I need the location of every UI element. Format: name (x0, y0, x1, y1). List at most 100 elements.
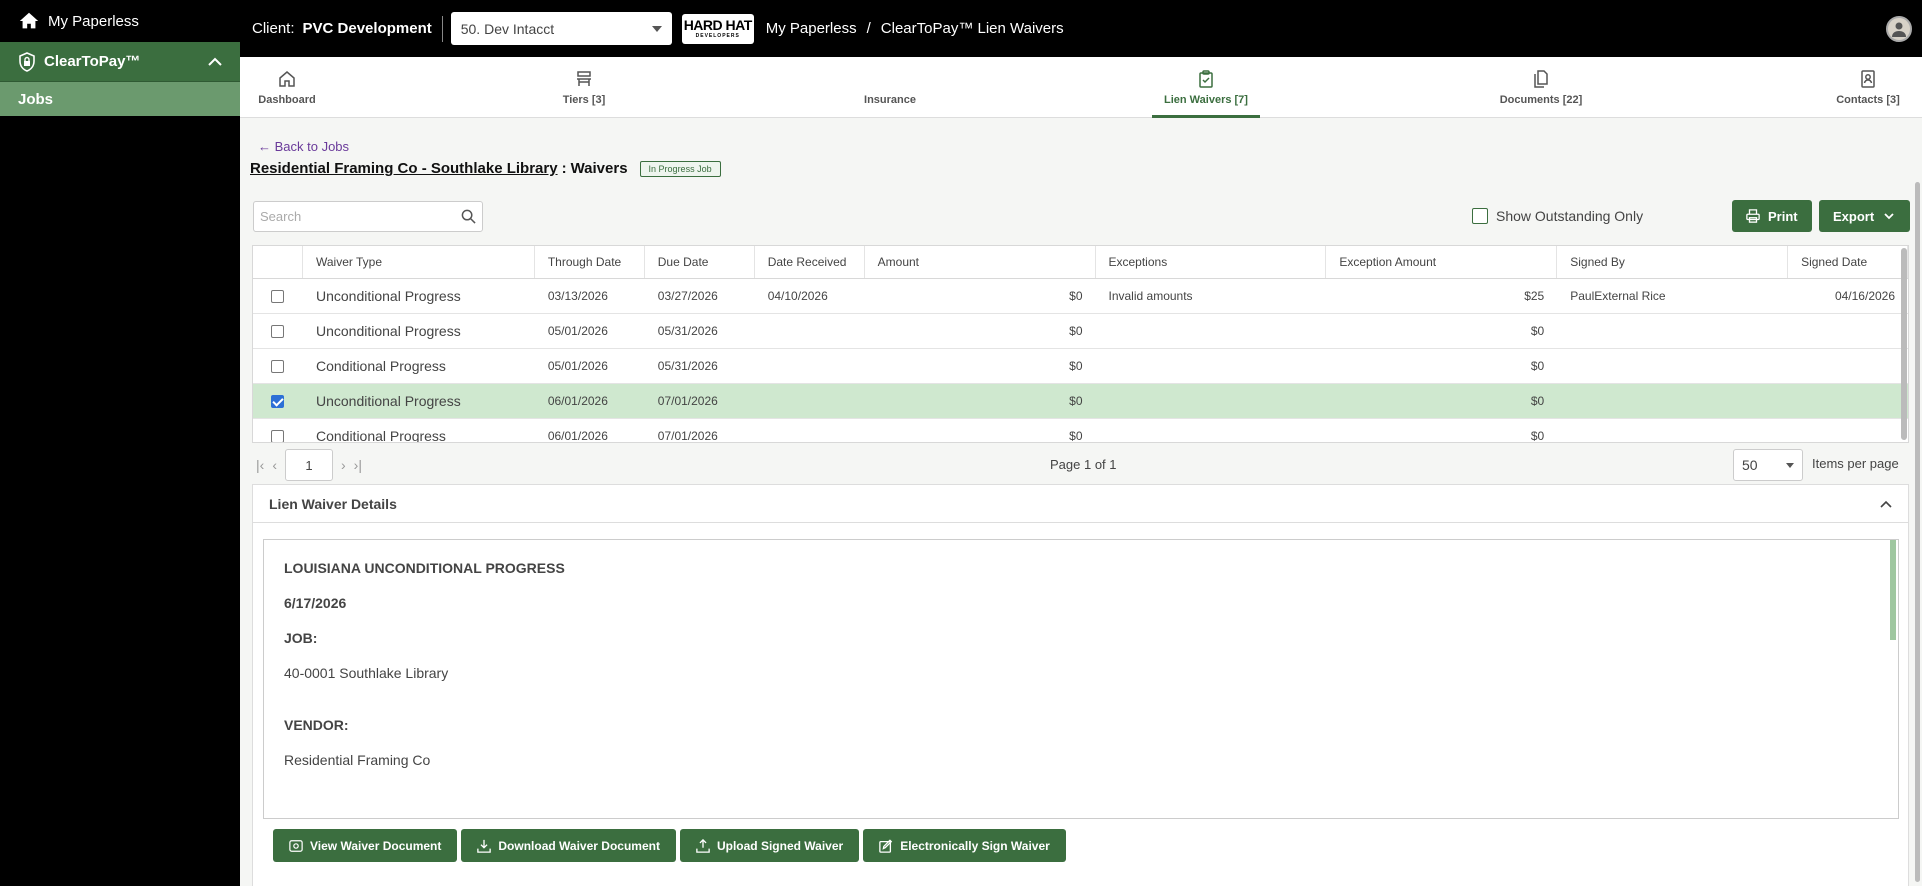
shield-lock-icon (19, 51, 35, 72)
view-waiver-document-button[interactable]: View Waiver Document (273, 829, 458, 862)
sidebar-app-cleartopay[interactable]: ClearToPay™ (0, 42, 240, 82)
page-scrollbar[interactable] (1915, 182, 1920, 882)
next-page-icon[interactable]: › (341, 457, 346, 473)
column-header[interactable]: Through Date (535, 246, 645, 278)
search-icon[interactable] (461, 209, 476, 224)
tab-label: Insurance (864, 93, 916, 106)
row-checkbox[interactable] (271, 394, 285, 408)
tab-label: Tiers [3] (562, 93, 606, 106)
breadcrumb-item[interactable]: ClearToPay™ Lien Waivers (881, 20, 1064, 37)
avatar[interactable] (1886, 15, 1912, 42)
caret-down-icon (1786, 462, 1794, 468)
search-input[interactable] (260, 209, 461, 224)
client-select[interactable]: 50. Dev Intacct (450, 12, 672, 45)
tab-tiers[interactable]: Tiers [3] (556, 57, 612, 118)
top-bar: Client: PVC Development 50. Dev Intacct … (240, 0, 1922, 57)
row-checkbox[interactable] (271, 289, 285, 303)
contacts-icon (1861, 69, 1875, 88)
tiers-icon (577, 70, 591, 86)
cell-exceptions (1096, 314, 1327, 348)
download-waiver-document-button[interactable]: Download Waiver Document (461, 829, 676, 862)
column-header[interactable]: Date Received (755, 246, 865, 278)
chevron-down-icon (1884, 213, 1894, 220)
clipboard-check-icon (1199, 69, 1213, 88)
tab-dashboard[interactable]: Dashboard (252, 57, 322, 118)
column-header[interactable]: Amount (865, 246, 1096, 278)
cell-exception-amount: $25 (1524, 289, 1545, 303)
sidebar-home-link[interactable]: My Paperless (0, 0, 240, 42)
chevron-up-icon[interactable] (1880, 500, 1892, 508)
tab-lien-waivers[interactable]: Lien Waivers [7] (1152, 57, 1260, 118)
cell-signed-by (1557, 419, 1788, 442)
company-logo: HARD HAT DEVELOPERS (681, 13, 754, 44)
tab-label: Dashboard (258, 93, 316, 106)
doc-scrollbar[interactable] (1890, 540, 1896, 640)
table-scrollbar[interactable] (1901, 248, 1907, 440)
row-checkbox[interactable] (271, 359, 285, 373)
waiver-actions: View Waiver Document Download Waiver Doc… (273, 829, 1066, 862)
table-row[interactable]: Unconditional Progress 03/13/2026 03/27/20… (253, 279, 1908, 314)
cell-signed-by (1557, 314, 1788, 348)
row-checkbox[interactable] (271, 324, 285, 338)
cell-waiver-type: Unconditional Progress (315, 288, 461, 304)
caret-down-icon (651, 25, 662, 32)
print-button[interactable]: Print (1732, 200, 1812, 232)
table-row[interactable]: Conditional Progress 06/01/2026 07/01/2026… (253, 419, 1908, 443)
home-icon (279, 70, 295, 87)
prev-page-icon[interactable]: ‹ (272, 457, 277, 473)
cell-exception-amount: $0 (1530, 394, 1545, 408)
items-per-page-label: Items per page (1812, 456, 1899, 471)
tab-bar: Dashboard Tiers [3] Insurance Lien Waive… (240, 57, 1922, 118)
job-title-link[interactable]: Residential Framing Co - Southlake Libra… (250, 160, 558, 177)
cell-waiver-type: Unconditional Progress (315, 323, 461, 339)
breadcrumb-item[interactable]: My Paperless (766, 20, 857, 37)
export-button[interactable]: Export (1819, 200, 1911, 232)
column-header[interactable]: Signed Date (1788, 246, 1908, 278)
column-header[interactable]: Due Date (645, 246, 755, 278)
search-box (253, 201, 483, 232)
last-page-icon[interactable]: ›| (354, 457, 362, 473)
table-row[interactable]: Conditional Progress 05/01/2026 05/31/2026… (253, 349, 1908, 384)
cell-signed-by (1557, 384, 1788, 418)
lien-waiver-details-panel: Lien Waiver Details LOUISIANA UNCONDITIO… (252, 484, 1909, 886)
cell-date-received (755, 419, 865, 442)
cell-amount: $0 (1069, 429, 1083, 443)
button-label: Download Waiver Document (498, 838, 660, 853)
cell-exceptions (1096, 349, 1327, 383)
cell-exceptions (1096, 419, 1327, 442)
row-checkbox[interactable] (271, 429, 285, 442)
cell-exception-amount: $0 (1530, 429, 1545, 443)
cell-through-date: 03/13/2026 (547, 289, 608, 303)
cell-signed-date: 04/16/2026 (1834, 289, 1896, 303)
electronically-sign-waiver-button[interactable]: Electronically Sign Waiver (863, 829, 1066, 862)
column-header[interactable]: Signed By (1557, 246, 1789, 278)
details-header[interactable]: Lien Waiver Details (253, 485, 1908, 523)
cell-signed-date (1788, 314, 1908, 348)
tab-documents[interactable]: Documents [22] (1496, 57, 1586, 118)
sidebar-item-jobs[interactable]: Jobs (0, 82, 240, 116)
tab-insurance[interactable]: Insurance (860, 57, 920, 118)
cell-due-date: 05/31/2026 (657, 324, 718, 338)
doc-job-value: 40-0001 Southlake Library (284, 665, 449, 681)
page-number-input[interactable]: 1 (284, 449, 333, 481)
column-header[interactable]: Waiver Type (303, 246, 535, 278)
download-icon (477, 839, 492, 853)
show-outstanding-toggle[interactable]: Show Outstanding Only (1472, 208, 1643, 224)
cell-through-date: 06/01/2026 (547, 394, 608, 408)
tab-contacts[interactable]: Contacts [3] (1832, 57, 1904, 118)
column-header[interactable]: Exception Amount (1326, 246, 1558, 278)
items-per-page-select[interactable]: 50 (1733, 449, 1803, 481)
cell-amount: $0 (1069, 394, 1083, 408)
table-row[interactable]: Unconditional Progress 05/01/2026 05/31/20… (253, 314, 1908, 349)
chevron-up-icon[interactable] (208, 57, 222, 67)
sidebar-home-label: My Paperless (48, 12, 139, 30)
table-row[interactable]: Unconditional Progress 06/01/2026 07/01/20… (253, 384, 1908, 419)
back-to-jobs-link[interactable]: ← Back to Jobs (258, 139, 349, 154)
show-outstanding-checkbox[interactable] (1472, 208, 1488, 224)
column-header[interactable]: Exceptions (1096, 246, 1327, 278)
first-page-icon[interactable]: |‹ (256, 457, 264, 473)
upload-signed-waiver-button[interactable]: Upload Signed Waiver (679, 829, 860, 862)
row-select-cell (253, 419, 303, 442)
client-select-value: 50. Dev Intacct (460, 20, 555, 37)
eye-icon (289, 839, 303, 852)
